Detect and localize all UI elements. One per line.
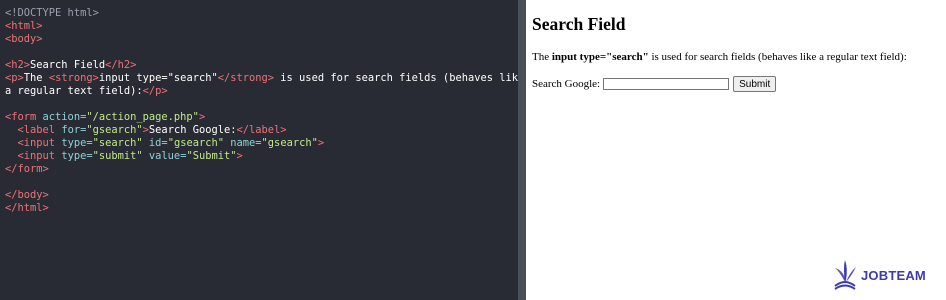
code-token-tag: </h2> [105,59,137,71]
code-token-txt: a regular text field): [5,85,143,97]
code-line: </body> [5,189,518,202]
preview-heading: Search Field [532,14,626,34]
code-token-attr: action= [36,111,87,123]
code-token-tag: <html> [5,20,43,32]
code-token-tag: </strong> [217,72,275,84]
code-token-attr: type= [55,150,93,162]
code-token-tag: </body> [5,189,49,201]
code-token-val: "submit" [92,150,143,162]
logo-text: JOBTEAM [861,267,926,283]
panel-divider[interactable] [518,0,526,300]
code-token-tag: </html> [5,202,49,214]
code-line: </html> [5,202,518,215]
code-line: <p>The <strong>input type="search"</stro… [5,72,524,85]
code-token-txt: input type="search" [98,72,218,84]
book-leaf-icon [834,260,856,290]
code-token-val: "Submit" [186,150,237,162]
code-token-tag: <label [17,124,56,136]
code-token-val: "gsearch" [261,137,318,149]
code-token-tag: > [198,111,206,123]
code-token-tag: <input [17,150,56,162]
code-token-doc: <!DOCTYPE html> [5,7,99,19]
code-token-tag: <form [5,111,37,123]
code-token-attr: id= [142,137,168,149]
result-preview-panel: Search Field The input type="search" is … [526,0,946,300]
paragraph-suffix: is used for search fields (behaves like … [648,51,907,63]
preview-paragraph: The input type="search" is used for sear… [532,51,907,63]
code-listing: <!DOCTYPE html> <html> <body> <h2>Search F… [0,0,524,215]
code-line: <body> [5,33,518,46]
code-editor-panel[interactable]: <!DOCTYPE html> <html> <body> <h2>Search F… [0,0,524,300]
code-token-txt: is used for search fields (behaves like [274,72,525,84]
code-token-val: "gsearch" [167,137,224,149]
code-token-val: "gsearch" [86,124,143,136]
code-line: a regular text field):</p> [5,85,518,98]
code-token-attr: value= [142,150,187,162]
code-token-txt: Search Field [30,59,106,71]
code-token-tag: <body> [5,33,43,45]
search-form: Search Google: Submit [532,76,777,92]
submit-button[interactable]: Submit [733,76,777,92]
code-token-attr: for= [55,124,87,136]
code-token-tag: <input [17,137,56,149]
code-line: <html> [5,20,518,33]
code-token-attr: type= [55,137,93,149]
code-line: <label for="gsearch">Search Google:</lab… [5,124,518,137]
code-token-tag: <h2> [5,59,31,71]
code-token-tag: </form> [5,163,49,175]
code-line: <form action="/action_page.php"> [5,111,518,124]
code-line: <h2>Search Field</h2> [5,59,518,72]
code-line: <input type="search" id="gsearch" name="… [5,137,518,150]
code-line: <input type="submit" value="Submit"> [5,150,518,163]
jobteam-logo: JOBTEAM [831,257,931,293]
code-token-val: "search" [92,137,143,149]
search-input[interactable] [603,78,730,90]
code-token-tag: <p> [5,72,24,84]
code-token-val: "/action_page.php" [86,111,199,123]
code-token-tag: </p> [142,85,168,97]
search-label[interactable]: Search Google: [532,78,600,90]
code-token-tag: <strong> [48,72,99,84]
paragraph-strong: input type="search" [551,51,649,63]
code-token-txt: The [23,72,49,84]
code-token-tag: > [236,150,243,162]
code-token-tag: </label> [236,124,287,136]
paragraph-prefix: The [532,51,552,63]
code-token-txt: Search Google: [148,124,237,136]
code-token-attr: name= [224,137,262,149]
code-token-tag: > [317,137,325,149]
code-line: </form> [5,163,518,176]
code-line: <!DOCTYPE html> [5,7,518,20]
